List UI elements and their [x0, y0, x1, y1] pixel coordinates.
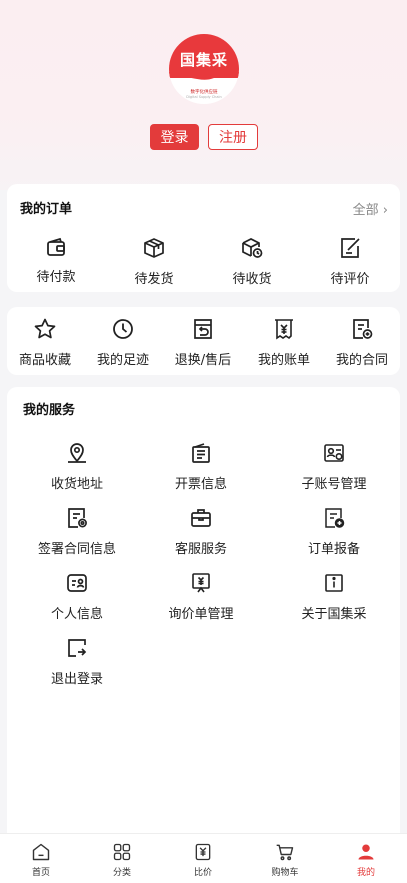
- service-item-label: 退出登录: [50, 672, 103, 687]
- service-item-label: 客服服务: [174, 542, 227, 557]
- order-item-pending-shipment[interactable]: 待发货: [126, 236, 182, 287]
- edit-review-icon: [338, 236, 362, 260]
- clock-icon: [111, 317, 135, 341]
- tab-label: 比价: [193, 868, 212, 878]
- brand-tagline: 数字化供应链: [190, 89, 218, 95]
- service-item-logout[interactable]: 退出登录: [32, 636, 122, 687]
- briefcase-icon: [189, 506, 213, 530]
- order-item-label: 待收货: [232, 272, 272, 287]
- tab-category[interactable]: 分类: [92, 842, 152, 878]
- tab-label: 首页: [31, 868, 50, 878]
- delivery-box-icon: [240, 236, 264, 260]
- tab-price-compare[interactable]: 比价: [173, 842, 233, 878]
- bottom-tab-bar: 首页 分类 比价 购物车 我的: [0, 833, 407, 883]
- tab-label: 我的: [356, 868, 375, 878]
- bill-icon: [272, 317, 296, 341]
- service-item-label: 收货地址: [50, 477, 103, 492]
- quick-item-contracts[interactable]: 我的合同: [332, 317, 392, 368]
- quick-item-label: 我的合同: [335, 353, 388, 368]
- service-item-label: 签署合同信息: [37, 542, 116, 557]
- service-item-order-report[interactable]: 订单报备: [279, 506, 389, 557]
- service-item-label: 子账号管理: [301, 477, 367, 492]
- tab-label: 购物车: [271, 868, 299, 878]
- service-item-label: 开票信息: [174, 477, 227, 492]
- orders-all-link[interactable]: 全部 ›: [353, 199, 388, 218]
- service-item-invoice[interactable]: 开票信息: [156, 441, 246, 492]
- info-icon: [322, 571, 346, 595]
- tab-mine[interactable]: 我的: [336, 842, 396, 878]
- package-icon: [142, 236, 166, 260]
- sub-account-icon: [322, 441, 346, 465]
- services-title: 我的服务: [23, 403, 76, 418]
- service-item-label: 订单报备: [307, 542, 360, 557]
- chevron-right-icon: ›: [382, 203, 388, 218]
- orders-all-label: 全部: [352, 203, 379, 218]
- login-button[interactable]: 登录: [150, 124, 199, 150]
- service-item-customer-service[interactable]: 客服服务: [156, 506, 246, 557]
- order-item-pending-receipt[interactable]: 待收货: [224, 236, 280, 287]
- cart-icon: [275, 842, 295, 862]
- wallet-icon: [45, 236, 67, 258]
- service-item-label: 询价单管理: [168, 607, 234, 622]
- price-compare-icon: [193, 842, 213, 862]
- services-card: 我的服务 收货地址 开票信息 子账号管理 签署合同信息 客服服务 订单报备 个人…: [7, 387, 400, 833]
- service-item-sub-accounts[interactable]: 子账号管理: [279, 441, 389, 492]
- tab-home[interactable]: 首页: [11, 842, 71, 878]
- order-item-label: 待评价: [330, 272, 370, 287]
- tab-label: 分类: [112, 868, 131, 878]
- order-item-label: 待发货: [134, 272, 174, 287]
- quick-item-label: 退换/售后: [174, 353, 232, 368]
- order-item-pending-payment[interactable]: 待付款: [28, 236, 84, 285]
- invoice-icon: [189, 441, 213, 465]
- service-item-about[interactable]: 关于国集采: [279, 571, 389, 622]
- user-icon: [356, 842, 376, 862]
- return-icon: [191, 317, 215, 341]
- quick-item-returns[interactable]: 退换/售后: [171, 317, 235, 368]
- quick-item-label: 我的足迹: [96, 353, 149, 368]
- contract-icon: [350, 317, 374, 341]
- sign-contract-icon: [65, 506, 89, 530]
- service-item-personal-info[interactable]: 个人信息: [32, 571, 122, 622]
- star-icon: [33, 317, 57, 341]
- quick-item-bills[interactable]: 我的账单: [254, 317, 314, 368]
- quick-item-history[interactable]: 我的足迹: [93, 317, 153, 368]
- logo-wave-icon: [169, 72, 239, 80]
- order-report-icon: [322, 506, 346, 530]
- inquiry-icon: [189, 571, 213, 595]
- order-item-label: 待付款: [36, 270, 76, 285]
- register-button[interactable]: 注册: [208, 124, 258, 150]
- quick-links-card: 商品收藏 我的足迹 退换/售后 我的账单 我的合同: [7, 307, 400, 375]
- service-item-label: 关于国集采: [301, 607, 367, 622]
- location-icon: [65, 441, 89, 465]
- service-item-label: 个人信息: [50, 607, 103, 622]
- category-icon: [112, 842, 132, 862]
- brand-tagline-en: Digital Supply Chain: [186, 95, 222, 99]
- service-item-address[interactable]: 收货地址: [32, 441, 122, 492]
- service-item-inquiry[interactable]: 询价单管理: [156, 571, 246, 622]
- home-icon: [31, 842, 51, 862]
- quick-item-favorites[interactable]: 商品收藏: [15, 317, 75, 368]
- orders-title: 我的订单: [20, 202, 73, 217]
- tab-cart[interactable]: 购物车: [255, 842, 315, 878]
- profile-card-icon: [65, 571, 89, 595]
- quick-item-label: 我的账单: [257, 353, 310, 368]
- orders-card: 我的订单 全部 › 待付款 待发货 待收货 待评价: [7, 184, 400, 292]
- quick-item-label: 商品收藏: [18, 353, 71, 368]
- brand-logo: 国集采 数字化供应链 Digital Supply Chain: [169, 34, 239, 104]
- service-item-contract-signing[interactable]: 签署合同信息: [23, 506, 131, 557]
- order-item-pending-review[interactable]: 待评价: [322, 236, 378, 287]
- logout-icon: [65, 636, 89, 660]
